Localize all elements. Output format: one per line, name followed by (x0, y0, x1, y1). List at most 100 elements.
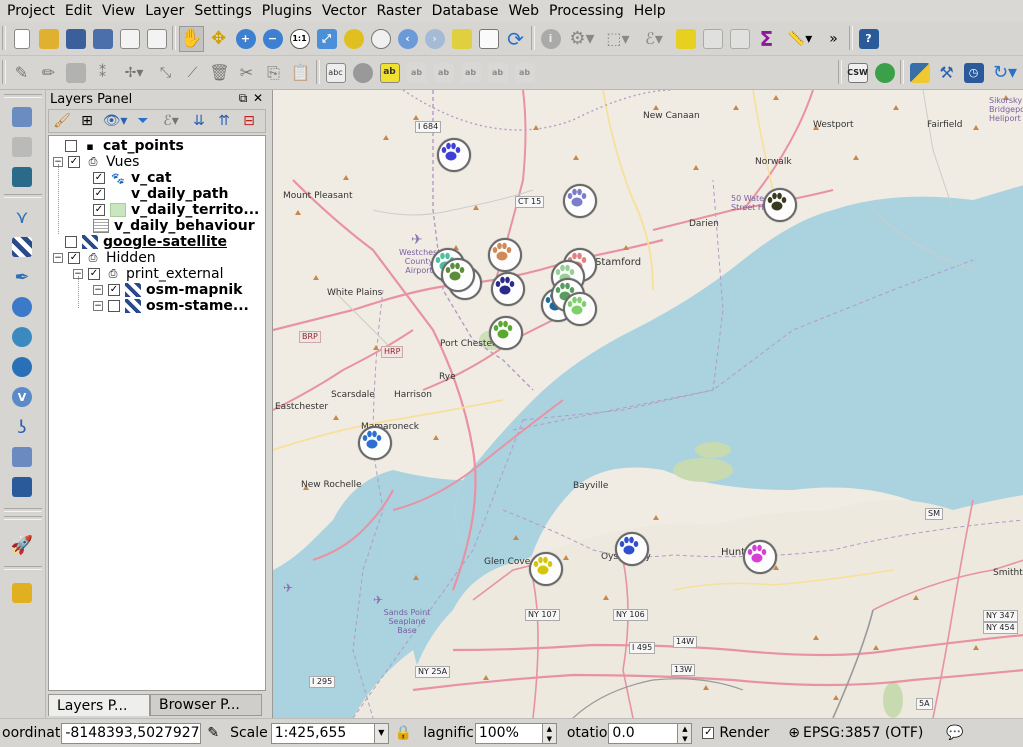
run-tool-button[interactable]: 🚀 (8, 532, 36, 558)
scale-combobox[interactable]: 1:425,655 (270, 722, 375, 744)
menu-raster[interactable]: Raster (372, 1, 427, 21)
new-print-composer-button[interactable] (117, 26, 142, 52)
magnifier-spinner[interactable]: ▲ ▼ (542, 722, 557, 744)
layer-labeling-button[interactable]: abc (323, 60, 348, 86)
layer-item[interactable]: ✓ 🐾 v_cat (93, 170, 172, 186)
toolbar-handle[interactable] (4, 94, 42, 98)
layer-item[interactable]: google-satellite (65, 234, 227, 250)
layer-item[interactable]: − ✓ osm-mapnik (93, 282, 242, 298)
filter-legend-button[interactable]: ⏷ (133, 108, 153, 134)
expand-toggle[interactable]: − (93, 285, 103, 295)
magnifier-field[interactable]: 100% (474, 722, 543, 744)
save-as-button[interactable] (90, 26, 115, 52)
save-edits-button[interactable] (63, 60, 88, 86)
group-visibility-checkbox[interactable]: ✓ (68, 252, 80, 264)
rotation-field[interactable]: 0.0 (608, 722, 679, 744)
pan-button[interactable]: ✋ (179, 25, 204, 52)
add-oracle-layer-button[interactable]: ✒ (8, 264, 36, 290)
remove-layer-button[interactable]: ⊟ (239, 108, 259, 134)
menu-view[interactable]: View (97, 1, 140, 21)
messages-icon[interactable]: 💬 (946, 725, 963, 741)
composer-manager-button[interactable] (144, 26, 169, 52)
cat-paw-marker[interactable] (441, 258, 475, 292)
spin-down-icon[interactable]: ▼ (543, 734, 556, 744)
zoom-to-layer-button[interactable] (368, 26, 393, 52)
python-console-button[interactable] (907, 60, 932, 86)
add-gpx-button[interactable]: ʖ (8, 414, 36, 440)
coordinate-field[interactable]: -8148393,5027927 (61, 722, 202, 744)
deselect-button[interactable] (673, 26, 698, 52)
lock-scale-icon[interactable]: 🔒 (395, 725, 412, 741)
crs-status-label[interactable]: EPSG:3857 (OTF) (803, 725, 923, 741)
collapse-all-button[interactable]: ⇈ (214, 108, 234, 134)
select-by-expression-button[interactable]: ℰ▾ (637, 26, 671, 52)
add-group-button[interactable]: ⊞ (77, 108, 97, 134)
zoom-next-button[interactable]: › (422, 26, 447, 52)
menu-settings[interactable]: Settings (189, 1, 256, 21)
menu-help[interactable]: Help (629, 1, 671, 21)
move-label-button[interactable]: ab (458, 60, 483, 86)
scale-dropdown-arrow[interactable]: ▼ (374, 722, 389, 744)
layer-visibility-checkbox[interactable]: ✓ (93, 204, 105, 216)
expand-toggle[interactable]: − (93, 301, 103, 311)
open-project-button[interactable] (36, 26, 61, 52)
csw-button[interactable]: CSW (845, 60, 870, 86)
add-wms-layer-button[interactable] (8, 294, 36, 320)
filter-expression-button[interactable]: ℰ▾ (158, 108, 184, 134)
help-button[interactable]: ? (856, 26, 881, 52)
tab-browser-panel[interactable]: Browser P... (150, 694, 262, 716)
cat-paw-marker[interactable] (358, 426, 392, 460)
change-label-button[interactable]: ab (512, 60, 537, 86)
spin-up-icon[interactable]: ▲ (678, 724, 691, 734)
group-item[interactable]: − ✓ ⎙ Hidden (53, 250, 156, 266)
menu-layer[interactable]: Layer (140, 1, 189, 21)
add-delimited-button[interactable] (8, 474, 36, 500)
group-visibility-checkbox[interactable]: ✓ (88, 268, 100, 280)
current-edits-button[interactable]: ✎ (9, 60, 34, 86)
layer-item[interactable]: v_daily_behaviour (93, 218, 255, 234)
zoom-to-selection-button[interactable] (341, 26, 366, 52)
cat-paw-marker[interactable] (489, 316, 523, 350)
cat-paw-marker[interactable] (763, 188, 797, 222)
menu-vector[interactable]: Vector (317, 1, 372, 21)
add-delimited-text-button[interactable]: V (8, 384, 36, 410)
toggle-editing-button[interactable]: ✏ (36, 60, 61, 86)
rotate-label-button[interactable]: ab (485, 60, 510, 86)
refresh-button[interactable]: ⟳ (503, 26, 528, 52)
group-item[interactable]: − ✓ ⎙ Vues (53, 154, 139, 170)
layer-visibility-checkbox[interactable]: ✓ (93, 172, 105, 184)
float-panel-icon[interactable]: ⧉ (236, 91, 250, 106)
cat-paw-marker[interactable] (491, 272, 525, 306)
crs-globe-icon[interactable]: ⊕ (788, 725, 800, 741)
add-postgis-layer-button[interactable] (8, 164, 36, 190)
cat-paw-marker[interactable] (563, 292, 597, 326)
style-manager-button[interactable]: 🖌 (52, 108, 72, 134)
layer-item[interactable]: ▪ cat_points (65, 138, 184, 154)
cut-features-button[interactable]: ✂ (234, 60, 259, 86)
layer-item[interactable]: ✓ v_daily_territo... (93, 202, 259, 218)
layer-visibility-checkbox[interactable]: ✓ (93, 188, 105, 200)
tab-layers-panel[interactable]: Layers P... (48, 694, 150, 716)
select-features-button[interactable]: ⬚▾ (601, 26, 635, 52)
statistics-button[interactable]: Σ (754, 26, 779, 52)
add-raster-layer-button[interactable] (8, 134, 36, 160)
collapse-toggle[interactable]: − (53, 253, 63, 263)
zoom-last-button[interactable]: ‹ (395, 26, 420, 52)
menu-project[interactable]: Project (2, 1, 60, 21)
map-canvas[interactable]: ✈ ✈ ✈ New Canaan Westport Fairfield Moun… (272, 90, 1023, 718)
pin-labels-button[interactable]: ab (404, 60, 429, 86)
globe-plugin-button[interactable] (872, 60, 897, 86)
add-feature-button[interactable]: ⁑ (90, 60, 115, 86)
node-edit-button[interactable]: ⟋ (180, 60, 205, 86)
layer-visibility-checkbox[interactable] (65, 236, 77, 248)
zoom-in-button[interactable]: + (233, 26, 258, 52)
add-mssql-layer-button[interactable] (8, 234, 36, 260)
expand-all-button[interactable]: ⇊ (189, 108, 209, 134)
new-project-button[interactable] (9, 26, 34, 52)
menu-database[interactable]: Database (427, 1, 504, 21)
group-item[interactable]: − ✓ ⎙ print_external (73, 266, 224, 282)
redo-button[interactable]: ↻▾ (988, 60, 1022, 86)
processing-toolbox-button[interactable]: ⚒ (934, 60, 959, 86)
pan-to-selection-button[interactable]: ✥ (206, 26, 231, 52)
coordinate-toggle-icon[interactable]: ✎ (207, 725, 219, 741)
